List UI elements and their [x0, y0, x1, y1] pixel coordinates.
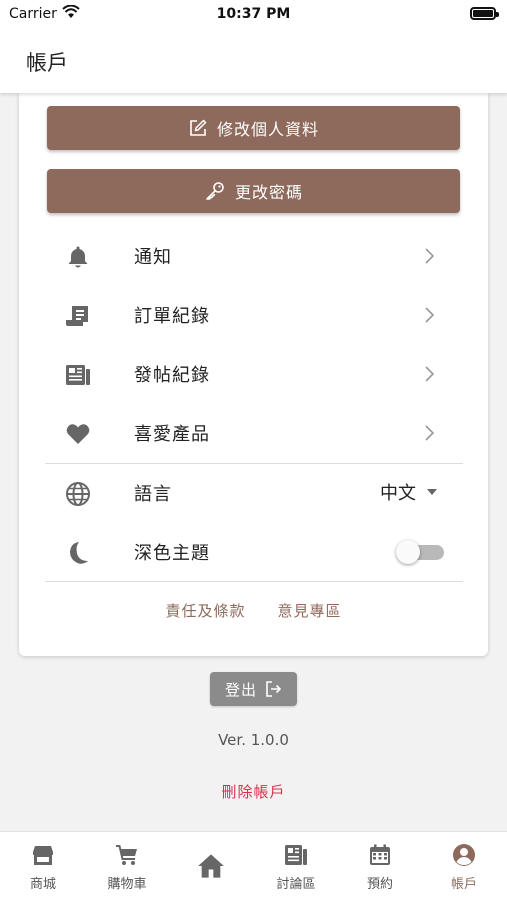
cart-icon: [116, 845, 137, 865]
menu-item-label: 訂單紀錄: [134, 306, 210, 327]
tab-label: 預約: [366, 877, 393, 892]
receipt-icon: [66, 306, 88, 326]
chevron-right-icon: [425, 307, 435, 323]
app-bar: 帳戶: [0, 30, 507, 93]
bell-icon: [68, 246, 88, 268]
menu-item-label: 通知: [134, 247, 172, 268]
heart-icon: [66, 424, 90, 444]
logout-icon: [266, 681, 282, 697]
logout-button[interactable]: 登出: [210, 672, 297, 706]
forum-icon: [285, 845, 307, 865]
tab-forum[interactable]: 討論區: [254, 832, 338, 901]
account-icon: [453, 844, 475, 866]
tab-account[interactable]: 帳戶: [422, 832, 506, 901]
page-title: 帳戶: [26, 51, 68, 75]
menu-item-label: 發帖紀錄: [134, 365, 210, 386]
calendar-icon: [370, 844, 390, 865]
delete-account-link[interactable]: 刪除帳戶: [0, 781, 507, 802]
key-icon: [206, 182, 224, 200]
language-select-value[interactable]: 中文: [380, 479, 416, 505]
change-password-button[interactable]: 更改密碼: [47, 169, 460, 213]
tab-cart[interactable]: 購物車: [85, 832, 169, 901]
logout-label: 登出: [224, 680, 257, 699]
tab-home[interactable]: [169, 832, 253, 901]
newspaper-icon: [66, 365, 90, 385]
status-bar: Carrier 10:37 PM: [0, 0, 507, 30]
tab-label: 商城: [29, 877, 56, 892]
tab-label: 帳戶: [450, 877, 477, 892]
chevron-right-icon: [425, 425, 435, 441]
menu-item-notifications[interactable]: 通知: [19, 227, 488, 286]
moon-icon: [70, 542, 88, 564]
version-label: Ver. 1.0.0: [218, 731, 289, 749]
edit-profile-label: 修改個人資料: [216, 120, 319, 139]
tab-label: 購物車: [107, 877, 147, 892]
dropdown-caret-icon[interactable]: [427, 489, 437, 495]
account-card: 修改個人資料 更改密碼 通知 訂單紀錄 發帖紀錄 喜愛產品 語言 中文 深色主題…: [19, 93, 488, 656]
globe-icon: [66, 482, 90, 506]
bottom-tab-bar: 商城 購物車 討論區 預約 帳戶: [0, 831, 507, 901]
menu-item-label: 喜愛產品: [134, 424, 210, 445]
clock: 10:37 PM: [216, 6, 291, 22]
tab-label: 討論區: [276, 877, 316, 892]
change-password-label: 更改密碼: [234, 183, 303, 202]
store-icon: [33, 846, 53, 865]
edit-icon: [190, 119, 207, 136]
chevron-right-icon: [425, 248, 435, 264]
setting-dark-theme: 深色主題: [19, 523, 488, 582]
dark-theme-toggle[interactable]: [396, 540, 420, 564]
edit-profile-button[interactable]: 修改個人資料: [47, 106, 460, 150]
setting-label: 語言: [134, 484, 172, 505]
tab-store[interactable]: 商城: [1, 832, 85, 901]
tab-booking[interactable]: 預約: [338, 832, 422, 901]
footer-links: 責任及條款 意見專區: [19, 600, 488, 621]
setting-language[interactable]: 語言 中文: [19, 464, 488, 523]
menu-item-post-history[interactable]: 發帖紀錄: [19, 345, 488, 404]
menu-item-order-history[interactable]: 訂單紀錄: [19, 286, 488, 345]
menu-item-favorites[interactable]: 喜愛產品: [19, 404, 488, 463]
terms-link[interactable]: 責任及條款: [165, 602, 245, 620]
setting-label: 深色主題: [134, 543, 210, 564]
feedback-link[interactable]: 意見專區: [278, 602, 342, 620]
home-icon: [198, 854, 224, 878]
chevron-right-icon: [425, 366, 435, 382]
divider: [45, 581, 463, 582]
battery-icon: [470, 7, 499, 20]
